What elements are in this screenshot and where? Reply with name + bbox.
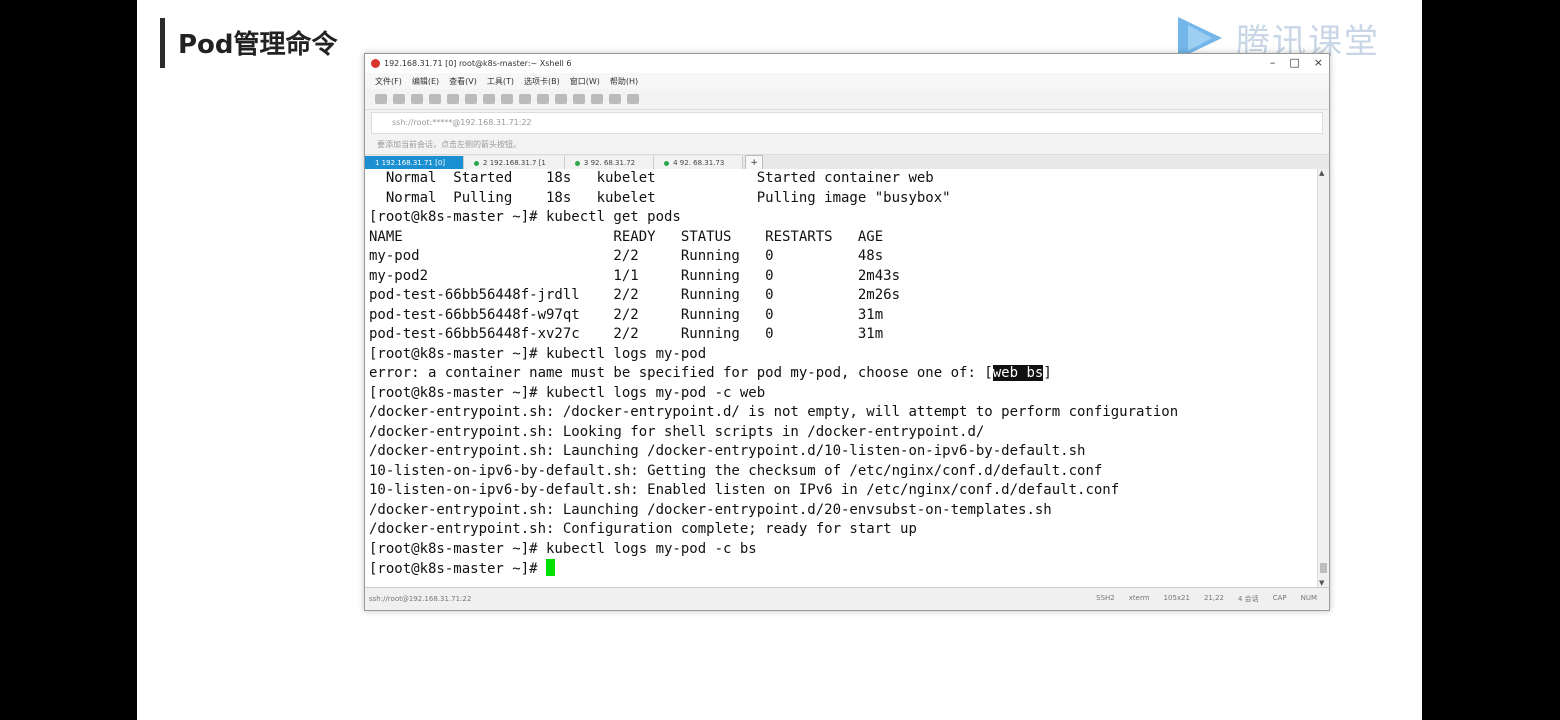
globe-icon[interactable] [483,94,495,104]
terminal-line: /docker-entrypoint.sh: Launching /docker… [369,501,1052,518]
terminal-output[interactable]: Normal Started 18s kubelet Started conta… [365,169,1317,587]
status-dot-icon [474,161,480,166]
open-folder-icon[interactable] [393,94,405,104]
window-titlebar: 192.168.31.71 [0] root@k8s-master:~ Xshe… [365,54,1329,73]
address-bar[interactable]: ssh://root:*****@192.168.31.71:22 [371,112,1323,134]
status-item: NUM [1300,594,1317,602]
menu-help[interactable]: 帮助(H) [610,76,638,87]
terminal-line: NAME READY STATUS RESTARTS AGE [369,228,884,245]
terminal-line: 10-listen-on-ipv6-by-default.sh: Getting… [369,462,1103,479]
xftp-icon[interactable] [519,94,531,104]
status-item: xterm [1128,594,1150,602]
scroll-thumb[interactable] [1320,563,1327,573]
xshell-app-icon [371,59,380,68]
print-icon[interactable] [465,94,477,104]
terminal-line: [root@k8s-master ~]# kubectl logs my-pod [369,345,707,362]
terminal-line: pod-test-66bb56448f-xv27c 2/2 Running 0 … [369,326,884,342]
status-dot-icon [574,161,580,166]
scroll-down-icon[interactable]: ▼ [1319,579,1324,587]
scroll-up-icon[interactable]: ▲ [1319,169,1324,177]
terminal-line: [root@k8s-master ~]# kubectl logs my-pod… [369,384,766,401]
terminal-line: /docker-entrypoint.sh: Launching /docker… [369,443,1086,459]
menu-file[interactable]: 文件(F) [375,76,402,87]
status-item: 4 会话 [1238,595,1259,603]
copy-icon[interactable] [429,94,441,104]
keyboard-icon[interactable] [573,94,585,104]
prompt-line: [root@k8s-master ~]# [365,559,1317,579]
help-icon[interactable] [627,94,639,104]
menu-window[interactable]: 窗口(W) [570,76,600,87]
new-session-icon[interactable] [375,94,387,104]
terminal-line: /docker-entrypoint.sh: Configuration com… [369,521,917,537]
transfer-icon[interactable] [537,94,549,104]
session-hint: 要添加当前会话，点击左侧的箭头按钮。 [365,136,1329,155]
terminal-line: my-pod2 1/1 Running 0 2m43s [369,267,901,284]
terminal-line: /docker-entrypoint.sh: Looking for shell… [369,423,985,440]
status-item: 21,22 [1203,594,1224,602]
menu-edit[interactable]: 编辑(E) [412,76,439,87]
script-icon[interactable] [591,94,603,104]
font-icon[interactable] [501,94,513,104]
terminal-line: /docker-entrypoint.sh: /docker-entrypoin… [369,404,1179,420]
status-dot-icon [664,161,670,166]
lock-icon[interactable] [555,94,567,104]
terminal-line: pod-test-66bb56448f-jrdll 2/2 Running 0 … [369,287,901,303]
menu-bar: 文件(F) 编辑(E) 查看(V) 工具(T) 选项卡(B) 窗口(W) 帮助(… [365,73,1329,89]
close-button[interactable]: × [1314,56,1323,69]
xshell-window: 192.168.31.71 [0] root@k8s-master:~ Xshe… [364,53,1330,611]
terminal-cursor [546,559,556,576]
status-connection: ssh://root@192.168.31.71:22 [369,595,472,603]
window-title: 192.168.31.71 [0] root@k8s-master:~ Xshe… [384,59,572,68]
selected-text: web bs [992,365,1044,381]
terminal-line: [root@k8s-master ~]# kubectl logs my-pod… [369,540,757,557]
menu-tab[interactable]: 选项卡(B) [524,76,560,87]
maximize-button[interactable]: □ [1289,56,1299,69]
minimize-button[interactable]: – [1270,56,1276,69]
terminal-line: Normal Started 18s kubelet Started conta… [369,170,934,186]
title-accent-bar [160,18,165,68]
status-item: SSH2 [1096,594,1115,602]
terminal-line: pod-test-66bb56448f-w97qt 2/2 Running 0 … [369,306,884,323]
menu-tools[interactable]: 工具(T) [487,76,514,87]
layout-icon[interactable] [609,94,621,104]
terminal-line: Normal Pulling 18s kubelet Pulling image… [369,189,951,206]
terminal-line: 10-listen-on-ipv6-by-default.sh: Enabled… [369,482,1120,498]
toolbar [365,89,1329,110]
status-bar: ssh://root@192.168.31.71:22 SSH2 xterm 105… [365,587,1329,610]
error-line: error: a container name must be specifie… [369,365,1052,381]
terminal-line: my-pod 2/2 Running 0 48s [369,248,884,264]
status-item: 105x21 [1163,594,1190,602]
disconnect-icon[interactable] [411,94,423,104]
search-icon[interactable] [447,94,459,104]
slide-title: Pod管理命令 [178,30,338,60]
status-item: CAP [1272,594,1287,602]
terminal-line: [root@k8s-master ~]# kubectl get pods [369,209,681,225]
terminal-scrollbar[interactable]: ▲ ▼ [1317,169,1329,587]
menu-view[interactable]: 查看(V) [449,76,477,87]
